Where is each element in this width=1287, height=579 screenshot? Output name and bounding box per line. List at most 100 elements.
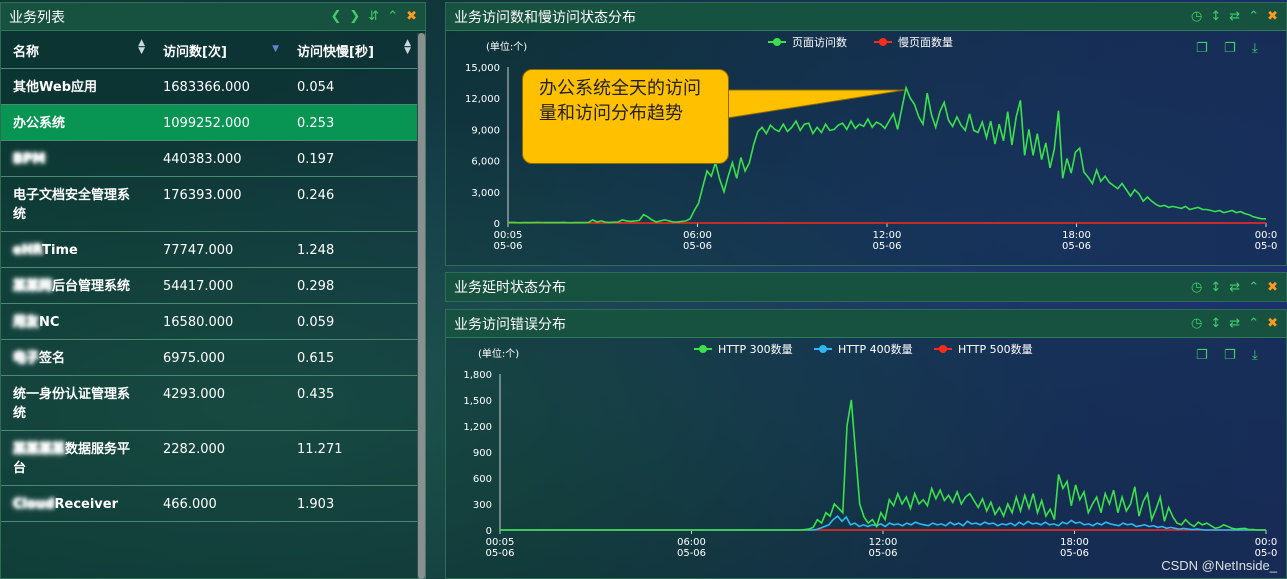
download-icon[interactable]: ⤓ [1252, 41, 1258, 56]
scroll-thumb[interactable] [418, 33, 425, 579]
zoom-icon[interactable]: ❐ [1196, 348, 1208, 363]
collapse-icon[interactable]: ⌃ [1248, 281, 1259, 294]
download-icon[interactable]: ⤓ [1252, 348, 1258, 363]
legend-swatch-dot [819, 345, 827, 353]
column-header-visits[interactable]: 访问数[次] ▼ [151, 41, 285, 61]
row-visits: 176393.000 [163, 188, 242, 203]
table-row[interactable]: 电子签名 6975.000 0.615 [1, 340, 417, 376]
y-tick-label: 0 [494, 219, 500, 230]
zoom-reset-icon[interactable]: ❐ [1224, 41, 1236, 56]
row-speed: 0.059 [297, 315, 335, 330]
row-speed: 0.435 [297, 387, 335, 402]
y-tick-label: 0 [486, 526, 492, 537]
delay-header: 业务延时状态分布 ◷ ↕ ⇄ ⌃ ✖ [446, 273, 1286, 301]
legend-swatch-dot [879, 38, 887, 46]
clock-icon[interactable]: ◷ [1191, 281, 1202, 294]
row-name: 电子文档安全管理系统 [13, 188, 131, 222]
y-tick-label: 1,500 [463, 396, 492, 407]
table-header: 名称 ▲ ▼ 访问数[次] ▼ 访问快慢[秒] ▲ ▼ [1, 33, 417, 69]
legend-swatch-dot [939, 345, 947, 353]
table-row[interactable]: 办公系统 1099252.000 0.253 [1, 105, 417, 141]
table-row[interactable]: 某某网后台管理系统 54417.000 0.298 [1, 268, 417, 304]
refresh-icon[interactable]: ⇄ [1229, 10, 1240, 23]
x-tick-label: 18:00 [1060, 537, 1089, 548]
vertical-arrows-icon[interactable]: ↕ [1210, 317, 1221, 330]
row-speed: 0.253 [297, 116, 335, 131]
table-row[interactable]: 电子文档安全管理系统 176393.000 0.246 [1, 177, 417, 232]
x-tick-date: 05-06 [872, 241, 901, 252]
y-tick-label: 900 [473, 448, 492, 459]
legend-label: HTTP 500数量 [958, 343, 1033, 356]
panel-title: 业务访问错误分布 [454, 316, 566, 333]
next-icon[interactable]: ❯ [349, 10, 360, 23]
x-tick-label: 06:00 [677, 537, 706, 548]
list-scrollbar[interactable] [417, 33, 426, 579]
x-tick-label: 12:00 [869, 537, 898, 548]
x-tick-label: 00:05 [486, 537, 515, 548]
panel-title: 业务列表 [9, 9, 65, 26]
row-name: 某某网后台管理系统 [13, 279, 131, 294]
collapse-icon[interactable]: ⌃ [1248, 317, 1259, 330]
legend-label: 页面访问数 [792, 36, 847, 49]
x-tick-label: 06:00 [683, 230, 712, 241]
table-row[interactable]: 统一身份认证管理系统 4293.000 0.435 [1, 376, 417, 431]
table-row[interactable]: 用友NC 16580.000 0.059 [1, 304, 417, 340]
close-icon[interactable]: ✖ [406, 10, 417, 23]
legend-label: HTTP 400数量 [838, 343, 913, 356]
prev-icon[interactable]: ❮ [330, 10, 341, 23]
table-row[interactable]: eHRTime 77747.000 1.248 [1, 232, 417, 268]
collapse-icon[interactable]: ⌃ [387, 10, 398, 23]
y-tick-label: 300 [473, 500, 492, 511]
refresh-icon[interactable]: ⇄ [1229, 281, 1240, 294]
row-visits: 466.000 [163, 497, 217, 512]
column-header-name[interactable]: 名称 ▲ ▼ [1, 39, 151, 61]
row-speed: 1.248 [297, 243, 335, 258]
list-panel-header: 业务列表 ❮ ❯ ⇵ ⌃ ✖ [1, 3, 425, 31]
collapse-icon[interactable]: ⌃ [1248, 10, 1259, 23]
row-name: 用友NC [13, 315, 60, 330]
x-tick-label: 00:05 [494, 230, 523, 241]
close-icon[interactable]: ✖ [1267, 317, 1278, 330]
close-icon[interactable]: ✖ [1267, 281, 1278, 294]
column-header-speed[interactable]: 访问快慢[秒] ▲ ▼ [285, 39, 417, 61]
zoom-reset-icon[interactable]: ❐ [1224, 348, 1236, 363]
vertical-arrows-icon[interactable]: ↕ [1210, 281, 1221, 294]
x-tick-label: 12:00 [873, 230, 902, 241]
vertical-arrows-icon[interactable]: ↕ [1210, 10, 1221, 23]
zoom-icon[interactable]: ❐ [1196, 41, 1208, 56]
table-row[interactable]: BPM 440383.000 0.197 [1, 141, 417, 177]
x-tick-date: 05-06 [1060, 548, 1089, 559]
row-name: eHRTime [13, 243, 78, 258]
table-body: 其他Web应用 1683366.000 0.054 办公系统 1099252.000 0.… [1, 69, 417, 522]
clock-icon[interactable]: ◷ [1191, 317, 1202, 330]
sort-icon[interactable]: ⇵ [368, 10, 379, 23]
sort-desc-icon[interactable]: ▼ [272, 45, 279, 54]
table-row[interactable]: 某某某某数据服务平台 2282.000 11.271 [1, 431, 417, 486]
sort-both-icon[interactable]: ▲ ▼ [138, 39, 145, 56]
x-tick-label: 00:0 [1255, 537, 1277, 548]
x-tick-date: 05-06 [868, 548, 897, 559]
errors-line-chart: (单位:个)1,8001,5001,200900600300000:0505-0… [463, 343, 1277, 559]
delay-toolbar: ◷ ↕ ⇄ ⌃ ✖ [1191, 281, 1278, 294]
clock-icon[interactable]: ◷ [1191, 10, 1202, 23]
table-row[interactable]: 其他Web应用 1683366.000 0.054 [1, 69, 417, 105]
panel-title: 业务延时状态分布 [454, 280, 566, 296]
row-speed: 1.903 [297, 497, 335, 512]
row-name: 其他Web应用 [13, 80, 97, 95]
business-table: 名称 ▲ ▼ 访问数[次] ▼ 访问快慢[秒] ▲ ▼ 其他Web应用 1683366… [1, 33, 417, 522]
y-tick-label: 9,000 [471, 125, 500, 136]
x-tick-date: 05-06 [485, 548, 514, 559]
annotation-callout: 办公系统全天的访问量和访问分布趋势 [522, 69, 729, 164]
sort-both-icon[interactable]: ▲ ▼ [404, 39, 411, 56]
unit-label: (单位:个) [486, 40, 527, 53]
close-icon[interactable]: ✖ [1267, 10, 1278, 23]
row-speed: 0.246 [297, 188, 335, 203]
row-speed: 11.271 [297, 442, 343, 457]
business-list-panel: 业务列表 ❮ ❯ ⇵ ⌃ ✖ 名称 ▲ ▼ 访问数[次] ▼ 访问快慢[秒] ▲ ▼… [0, 2, 426, 579]
y-tick-label: 6,000 [471, 157, 500, 168]
row-name: 办公系统 [13, 116, 66, 131]
table-row[interactable]: CloudReceiver 466.000 1.903 [1, 486, 417, 522]
row-name: BPM [13, 152, 46, 167]
y-tick-label: 1,200 [463, 422, 492, 433]
refresh-icon[interactable]: ⇄ [1229, 317, 1240, 330]
